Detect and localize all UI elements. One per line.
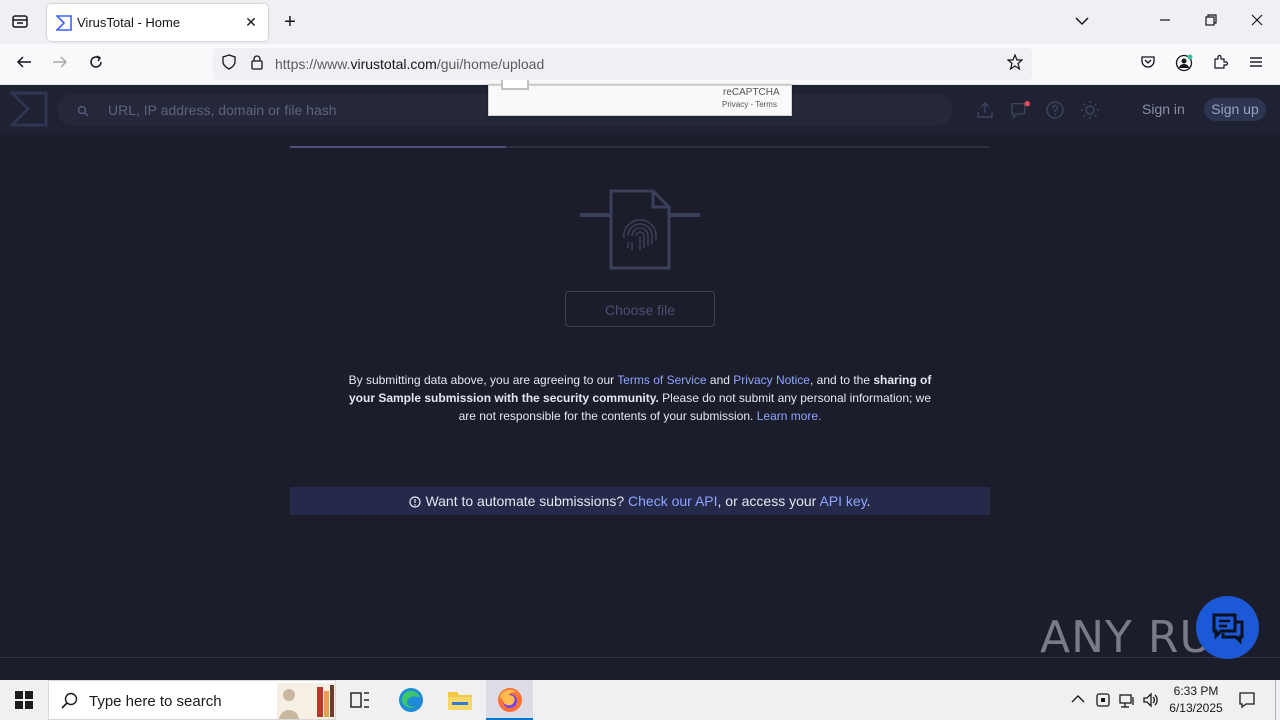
file-explorer-icon[interactable]: [447, 688, 473, 712]
api-text-3: .: [866, 493, 871, 509]
check-api-link[interactable]: Check our API: [628, 493, 718, 509]
active-tab-indicator: [290, 146, 506, 148]
url-host: virustotal.com: [350, 56, 437, 72]
privacy-notice-link[interactable]: Privacy Notice: [733, 373, 810, 387]
edge-browser-icon[interactable]: [398, 687, 424, 713]
help-icon[interactable]: [1045, 100, 1065, 120]
clock-time: 6:33 PM: [1173, 684, 1219, 698]
file-fingerprint-icon: [580, 189, 700, 270]
learn-more-link[interactable]: Learn more.: [757, 409, 822, 423]
tab-overview-icon[interactable]: [10, 12, 30, 32]
device-icon[interactable]: [1095, 691, 1111, 709]
windows-start-icon[interactable]: [15, 691, 33, 709]
show-desktop-divider[interactable]: [1275, 680, 1276, 720]
notification-center-icon[interactable]: [1238, 691, 1256, 709]
terms-notice: By submitting data above, you are agreei…: [340, 371, 940, 425]
back-icon[interactable]: [14, 54, 34, 74]
browser-tab-bar: VirusTotal - Home ✕ +: [0, 0, 1280, 44]
url-prefix: https://www.: [275, 56, 351, 72]
volume-icon[interactable]: [1142, 691, 1160, 709]
address-bar[interactable]: https://www.virustotal.com/gui/home/uplo…: [213, 48, 1032, 80]
choose-file-button[interactable]: Choose file: [565, 291, 715, 327]
menu-icon[interactable]: [1246, 54, 1266, 74]
browser-tab[interactable]: VirusTotal - Home ✕: [47, 4, 268, 41]
search-icon: [61, 692, 78, 709]
api-text-2: , or access your: [717, 493, 820, 509]
recaptcha-checkbox[interactable]: [501, 80, 529, 90]
upload-icon[interactable]: [975, 100, 995, 120]
forward-icon[interactable]: [50, 54, 70, 74]
sign-up-button[interactable]: Sign up: [1204, 98, 1266, 121]
network-icon[interactable]: [1118, 691, 1136, 709]
terms-text-1: By submitting data above, you are agreei…: [348, 373, 618, 387]
tab-title: VirusTotal - Home: [77, 15, 181, 30]
bookmark-star-icon[interactable]: [1005, 53, 1025, 74]
new-tab-icon[interactable]: +: [280, 12, 300, 32]
notifications-icon[interactable]: [1010, 100, 1030, 120]
terms-text-2: , and to the: [809, 373, 874, 387]
pocket-icon[interactable]: [1138, 54, 1158, 74]
list-tabs-icon[interactable]: [1072, 12, 1092, 32]
browser-nav-bar: https://www.virustotal.com/gui/home/uplo…: [0, 44, 1280, 85]
tab-close-icon[interactable]: ✕: [243, 14, 259, 30]
url-text[interactable]: https://www.virustotal.com/gui/home/uplo…: [275, 56, 544, 72]
recaptcha-label: reCAPTCHA: [723, 87, 780, 98]
api-info-bar: Want to automate submissions? Check our …: [290, 487, 990, 515]
terms-text-and: and: [706, 373, 734, 387]
url-path: /gui/home/upload: [436, 56, 545, 72]
search-icon: [77, 105, 89, 117]
windows-taskbar: Type here to search 6:33 PM 6/13/2025: [0, 680, 1280, 720]
shield-icon[interactable]: [219, 54, 239, 74]
minimize-icon[interactable]: [1155, 12, 1175, 32]
api-text-1: Want to automate submissions?: [425, 493, 629, 509]
search-highlight-image-icon: [277, 683, 335, 719]
terms-of-service-link[interactable]: Terms of Service: [617, 373, 706, 387]
taskbar-search-placeholder: Type here to search: [89, 693, 222, 710]
sign-in-link[interactable]: Sign in: [1142, 101, 1185, 117]
reload-icon[interactable]: [86, 54, 106, 74]
clock-date: 6/13/2025: [1169, 701, 1223, 715]
restore-icon[interactable]: [1201, 12, 1221, 32]
task-view-icon[interactable]: [350, 691, 370, 709]
taskbar-clock[interactable]: 6:33 PM 6/13/2025: [1166, 683, 1226, 717]
recaptcha-links[interactable]: Privacy - Terms: [722, 100, 777, 109]
chevron-up-icon[interactable]: [1071, 694, 1085, 704]
info-icon: [409, 496, 422, 508]
virustotal-favicon-icon: [56, 15, 72, 31]
chat-button[interactable]: [1196, 596, 1259, 659]
window-close-icon[interactable]: [1247, 12, 1267, 32]
chat-icon: [1212, 613, 1244, 644]
account-icon[interactable]: [1174, 54, 1194, 74]
api-key-link[interactable]: API key: [819, 493, 866, 509]
search-placeholder: URL, IP address, domain or file hash: [108, 102, 337, 118]
firefox-icon: [498, 688, 522, 712]
lock-icon[interactable]: [247, 54, 267, 74]
recaptcha-badge[interactable]: reCAPTCHA Privacy - Terms: [488, 80, 792, 116]
virustotal-logo-icon[interactable]: [10, 91, 48, 127]
taskbar-firefox-active[interactable]: [486, 680, 533, 720]
taskbar-search-box[interactable]: Type here to search: [48, 680, 336, 720]
upload-tabs-line: [290, 146, 990, 148]
theme-toggle-icon[interactable]: [1080, 100, 1100, 120]
extensions-icon[interactable]: [1210, 54, 1230, 74]
